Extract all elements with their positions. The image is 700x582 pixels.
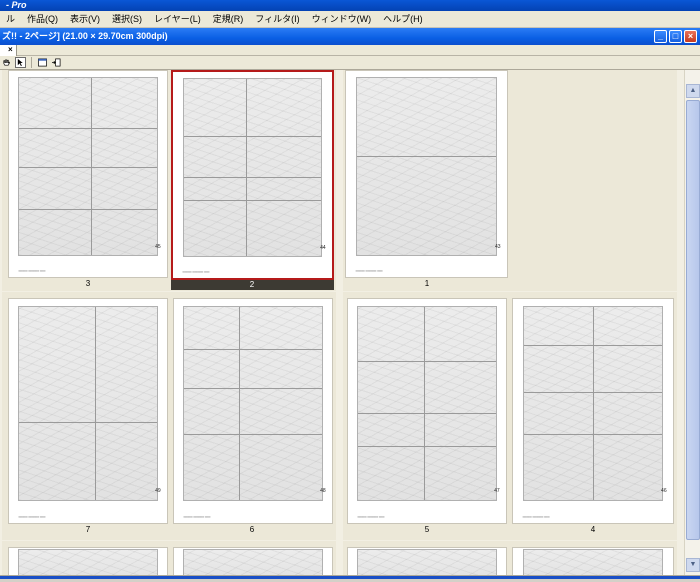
document-tab[interactable]: × <box>0 45 17 56</box>
page-thumbnail[interactable]: 46 ━━━━━ ━━━━━━ ━━━ <box>512 298 674 524</box>
menu-item-view[interactable]: 表示(V) <box>64 11 106 28</box>
menu-item-window[interactable]: ウィンドウ(W) <box>306 11 378 28</box>
page-view-tool[interactable] <box>37 57 48 68</box>
page-sketch <box>18 77 158 257</box>
scroll-thumb[interactable] <box>686 100 700 540</box>
page-thumbnail[interactable]: 48 ━━━━━ ━━━━━━ ━━━ <box>173 298 333 524</box>
minimize-button[interactable]: _ <box>654 30 667 43</box>
app-title: - Pro <box>6 0 27 10</box>
page-label: 6 <box>249 525 255 534</box>
page-move-icon <box>52 58 61 67</box>
hand-icon <box>3 59 11 66</box>
maximize-button[interactable]: □ <box>669 30 682 43</box>
page-number: 47 <box>494 487 500 494</box>
page-sketch <box>18 549 158 575</box>
scroll-up-button[interactable]: ▲ <box>686 84 700 98</box>
page-thumbnail[interactable] <box>173 547 333 575</box>
page-label: 7 <box>85 525 91 534</box>
page-label-bar-selected: 2 <box>171 280 334 290</box>
bottom-border <box>0 575 700 582</box>
menu-item-layer[interactable]: レイヤー(L) <box>148 11 207 28</box>
page-number: 46 <box>661 487 667 494</box>
vertical-scrollbar[interactable]: ▲ ▼ <box>684 70 700 575</box>
page-number: 48 <box>320 487 326 494</box>
page-sketch <box>18 305 158 501</box>
pointer-icon <box>17 58 23 67</box>
page-label: 2 <box>249 280 255 289</box>
menu-item-ruler[interactable]: 定規(R) <box>207 11 250 28</box>
page-sketch <box>522 305 664 501</box>
menu-item-select[interactable]: 選択(S) <box>106 11 148 28</box>
page-number: 49 <box>155 487 161 494</box>
page-thumbnail-selected[interactable]: 44 ━━━━━ ━━━━━━ ━━━ <box>171 70 334 280</box>
page-thumbnail[interactable] <box>512 547 674 575</box>
document-title-bar: ズ!! - 2ページ] (21.00 × 29.70cm 300dpi) <box>0 28 700 45</box>
menu-item-file[interactable]: ル <box>0 11 21 28</box>
page-toolbar <box>0 56 700 70</box>
page-sketch <box>522 549 664 575</box>
page-sketch <box>357 549 497 575</box>
window-bottom-bar <box>0 576 700 579</box>
page-thumbnail[interactable] <box>347 547 507 575</box>
close-window-button[interactable]: × <box>684 30 697 43</box>
page-thumbnail[interactable]: 43 ━━━━━ ━━━━━━ ━━━ <box>345 70 508 278</box>
menu-item-help[interactable]: ヘルプ(H) <box>377 11 429 28</box>
page-move-tool[interactable] <box>51 57 62 68</box>
document-title: ズ!! - 2ページ] (21.00 × 29.70cm 300dpi) <box>2 31 168 41</box>
page-label: 5 <box>424 525 430 534</box>
window-controls: _ □ × <box>654 30 697 43</box>
menu-bar: ル 作品(Q) 表示(V) 選択(S) レイヤー(L) 定規(R) フィルタ(I… <box>0 11 700 28</box>
hand-tool[interactable] <box>1 57 12 68</box>
menu-item-filter[interactable]: フィルタ(I) <box>249 11 305 28</box>
page-number: 45 <box>155 244 161 251</box>
page-sketch <box>183 549 323 575</box>
page-footer: ━━━━━ ━━━━━━ ━━━ <box>18 514 46 519</box>
page-canvas[interactable]: 45 ━━━━━ ━━━━━━ ━━━ 3 44 ━━━━━ ━━━━━━ ━━… <box>0 70 684 575</box>
document-tab-strip: × <box>0 45 700 56</box>
page-sketch <box>357 305 497 501</box>
page-number: 44 <box>320 245 326 252</box>
app-title-bar: - Pro <box>0 0 700 11</box>
page-sketch <box>355 77 498 257</box>
page-footer: ━━━━━ ━━━━━━ ━━━ <box>183 514 211 519</box>
page-footer: ━━━━━ ━━━━━━ ━━━ <box>357 514 385 519</box>
page-footer: ━━━━━ ━━━━━━ ━━━ <box>522 514 550 519</box>
page-label: 1 <box>424 279 430 288</box>
page-label: 4 <box>590 525 596 534</box>
page-sketch <box>183 305 323 501</box>
page-view-icon <box>38 58 47 67</box>
page-thumbnail[interactable]: 47 ━━━━━ ━━━━━━ ━━━ <box>347 298 507 524</box>
page-number: 43 <box>495 244 501 251</box>
page-thumbnail[interactable]: 49 ━━━━━ ━━━━━━ ━━━ <box>8 298 168 524</box>
scroll-down-button[interactable]: ▼ <box>686 558 700 572</box>
menu-item-work[interactable]: 作品(Q) <box>21 11 64 28</box>
toolbar-separator <box>31 57 32 68</box>
page-thumbnail[interactable] <box>8 547 168 575</box>
page-thumbnail[interactable]: 45 ━━━━━ ━━━━━━ ━━━ <box>8 70 168 278</box>
tab-close-icon[interactable]: × <box>8 45 13 55</box>
page-sketch <box>182 78 323 258</box>
page-footer: ━━━━━ ━━━━━━ ━━━ <box>182 269 210 274</box>
page-footer: ━━━━━ ━━━━━━ ━━━ <box>355 268 383 273</box>
page-label: 3 <box>85 279 91 288</box>
page-footer: ━━━━━ ━━━━━━ ━━━ <box>18 268 46 273</box>
pointer-tool[interactable] <box>15 57 26 68</box>
